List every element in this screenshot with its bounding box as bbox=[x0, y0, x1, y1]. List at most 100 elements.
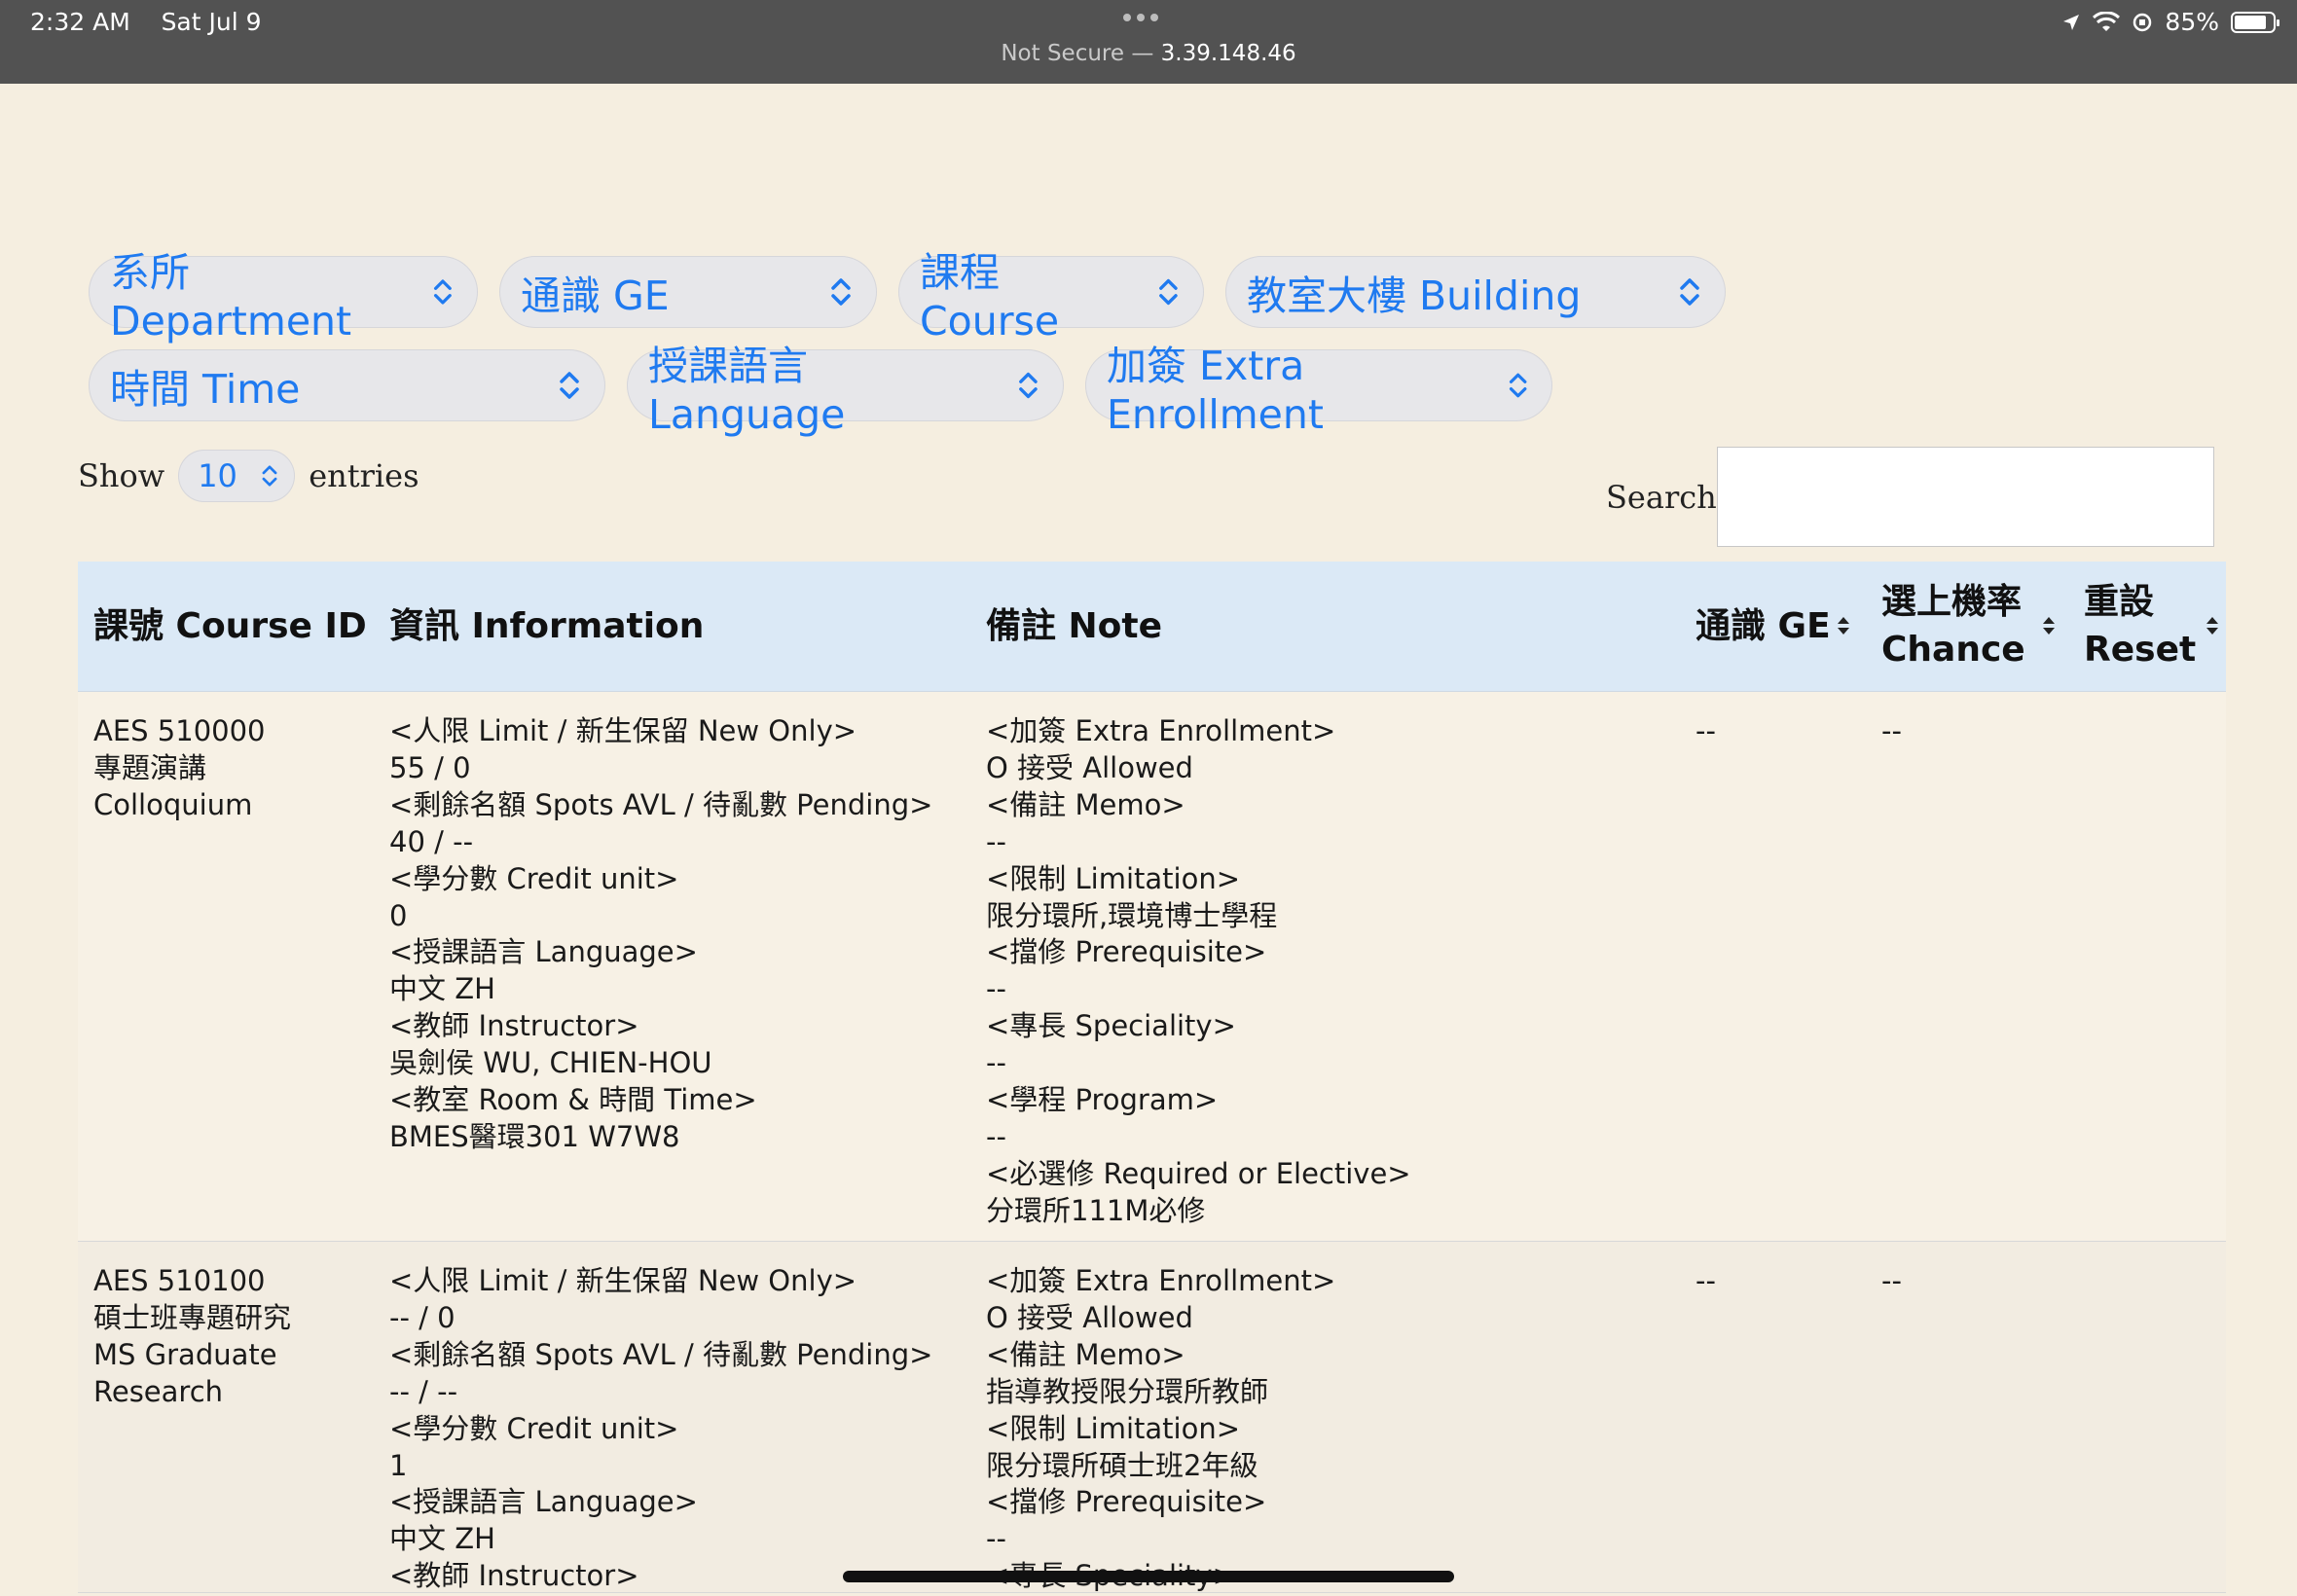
ge-cell: -- bbox=[1695, 714, 1716, 747]
chevron-up-down-icon bbox=[1159, 278, 1178, 306]
note-line: 限分環所碩士班2年級 bbox=[986, 1448, 1258, 1482]
department-select[interactable]: 系所 Department bbox=[89, 249, 478, 345]
note-line: <加簽 Extra Enrollment> bbox=[986, 714, 1336, 747]
note-line: <備註 Memo> bbox=[986, 787, 1185, 821]
chevron-up-down-icon bbox=[1019, 372, 1038, 399]
location-icon bbox=[2063, 14, 2080, 30]
header-information[interactable]: 資訊 Information bbox=[389, 602, 704, 650]
sort-icon[interactable] bbox=[2041, 614, 2057, 637]
language-select-label: 授課語言 Language bbox=[648, 343, 846, 438]
url-host: 3.39.148.46 bbox=[1160, 41, 1296, 66]
note-line: -- bbox=[986, 1119, 1006, 1153]
info-line: <授課語言 Language> bbox=[389, 1485, 698, 1519]
security-warning: Not Secure — bbox=[1001, 41, 1154, 66]
note-cell: <加簽 Extra Enrollment> O 接受 Allowed <備註 M… bbox=[986, 713, 1411, 1230]
chevron-up-down-icon bbox=[434, 279, 453, 305]
table-row[interactable]: AES 510000 專題演講 Colloquium <人限 Limit / 新… bbox=[78, 692, 2226, 1242]
extra-enrollment-select[interactable]: 加簽 Extra Enrollment bbox=[1085, 343, 1552, 438]
note-line: <加簽 Extra Enrollment> bbox=[986, 1264, 1336, 1297]
info-line: 40 / -- bbox=[389, 824, 474, 858]
note-line: -- bbox=[986, 1046, 1006, 1080]
building-select[interactable]: 教室大樓 Building bbox=[1225, 256, 1726, 328]
course-id-cell: AES 510100 碩士班專題研究 MS Graduate Research bbox=[93, 1263, 291, 1411]
note-line: <學程 Program> bbox=[986, 1083, 1219, 1117]
table-row[interactable]: AES 510100 碩士班專題研究 MS Graduate Research … bbox=[78, 1242, 2226, 1593]
info-line: 中文 ZH bbox=[389, 972, 495, 1006]
chevron-up-down-icon bbox=[831, 278, 851, 306]
course-name-en: Research bbox=[93, 1374, 224, 1408]
header-ge[interactable]: 通識 GE bbox=[1695, 602, 1831, 650]
language-select[interactable]: 授課語言 Language bbox=[627, 343, 1064, 438]
battery-icon bbox=[2231, 11, 2279, 33]
note-line: -- bbox=[986, 1522, 1006, 1556]
info-line: <學分數 Credit unit> bbox=[389, 861, 679, 895]
info-line: <授課語言 Language> bbox=[389, 935, 698, 969]
header-note[interactable]: 備註 Note bbox=[986, 602, 1162, 650]
entries-label: entries bbox=[309, 457, 419, 494]
information-cell: <人限 Limit / 新生保留 New Only> -- / 0 <剩餘名額 … bbox=[389, 1263, 932, 1595]
course-select[interactable]: 課程 Course bbox=[898, 249, 1204, 345]
note-line: 指導教授限分環所教師 bbox=[986, 1374, 1269, 1408]
info-line: 0 bbox=[389, 898, 408, 932]
info-line: 中文 ZH bbox=[389, 1522, 495, 1556]
header-course-id[interactable]: 課號 Course ID bbox=[93, 602, 367, 650]
header-reset-line1: 重設 bbox=[2084, 582, 2155, 622]
search-input[interactable] bbox=[1717, 447, 2214, 547]
note-line: O 接受 Allowed bbox=[986, 750, 1193, 784]
chance-cell: -- bbox=[1881, 1264, 1902, 1297]
extra-enrollment-select-label: 加簽 Extra Enrollment bbox=[1107, 343, 1324, 438]
info-line: <剩餘名額 Spots AVL / 待亂數 Pending> bbox=[389, 1337, 933, 1371]
note-line: <限制 Limitation> bbox=[986, 861, 1241, 895]
ge-select[interactable]: 通識 GE bbox=[499, 256, 877, 328]
entries-select[interactable]: 10 bbox=[178, 450, 296, 502]
department-select-label: 系所 Department bbox=[110, 249, 352, 345]
header-reset-line2: Reset bbox=[2084, 630, 2197, 670]
sort-icon[interactable] bbox=[1836, 614, 1851, 637]
information-cell: <人限 Limit / 新生保留 New Only> 55 / 0 <剩餘名額 … bbox=[389, 713, 932, 1156]
battery-percent: 85% bbox=[2165, 8, 2219, 36]
length-menu: Show 10 entries bbox=[78, 450, 419, 502]
clock-date: Sat Jul 9 bbox=[161, 8, 262, 36]
info-line: -- / -- bbox=[389, 1374, 458, 1408]
wifi-icon bbox=[2093, 11, 2121, 31]
header-chance[interactable]: 選上機率 Chance bbox=[1881, 578, 2025, 673]
course-code: AES 510100 bbox=[93, 1264, 266, 1297]
info-line: 55 / 0 bbox=[389, 750, 471, 784]
info-line: <教室 Room & 時間 Time> bbox=[389, 1083, 757, 1117]
multitasking-dots-icon[interactable] bbox=[1123, 14, 1158, 21]
time-select[interactable]: 時間 Time bbox=[89, 349, 605, 421]
sort-icon[interactable] bbox=[2205, 614, 2220, 637]
note-line: -- bbox=[986, 972, 1006, 1006]
course-name-zh: 專題演講 bbox=[93, 750, 207, 784]
note-line: -- bbox=[986, 824, 1006, 858]
info-line: BMES醫環301 W7W8 bbox=[389, 1119, 680, 1153]
filter-panel: 系所 Department 通識 GE 課程 Course 教室大樓 Build… bbox=[89, 249, 1726, 443]
info-line: <人限 Limit / 新生保留 New Only> bbox=[389, 714, 857, 747]
info-line: <教師 Instructor> bbox=[389, 1009, 639, 1043]
status-bar: 2:32 AM Sat Jul 9 Not Secure — 3.39.148.… bbox=[0, 0, 2297, 84]
orientation-lock-icon bbox=[2133, 13, 2152, 31]
show-label: Show bbox=[78, 457, 165, 494]
note-line: <備註 Memo> bbox=[986, 1337, 1185, 1371]
header-chance-line1: 選上機率 bbox=[1881, 582, 2023, 622]
note-line: <擋修 Prerequisite> bbox=[986, 1485, 1267, 1519]
course-table: 課號 Course ID 資訊 Information 備註 Note 通識 G… bbox=[78, 562, 2226, 1593]
table-header: 課號 Course ID 資訊 Information 備註 Note 通識 G… bbox=[78, 562, 2226, 692]
chevron-up-down-icon bbox=[560, 372, 579, 399]
ge-select-label: 通識 GE bbox=[521, 272, 670, 319]
course-name-en: Colloquium bbox=[93, 787, 253, 821]
building-select-label: 教室大樓 Building bbox=[1247, 272, 1582, 319]
info-line: 吳劍侯 WU, CHIEN-HOU bbox=[389, 1046, 712, 1080]
chevron-up-down-icon bbox=[262, 465, 277, 487]
address-bar[interactable]: Not Secure — 3.39.148.46 bbox=[0, 41, 2297, 66]
header-reset[interactable]: 重設 Reset bbox=[2084, 578, 2196, 673]
note-line: 分環所111M必修 bbox=[986, 1193, 1206, 1227]
course-id-cell: AES 510000 專題演講 Colloquium bbox=[93, 713, 266, 824]
chevron-up-down-icon bbox=[1680, 278, 1699, 306]
course-name-zh: 碩士班專題研究 bbox=[93, 1300, 292, 1334]
info-line: 1 bbox=[389, 1448, 408, 1482]
course-name-en: MS Graduate bbox=[93, 1337, 277, 1371]
note-line: <專長 Speciality> bbox=[986, 1009, 1236, 1043]
info-line: <人限 Limit / 新生保留 New Only> bbox=[389, 1264, 857, 1297]
home-indicator[interactable] bbox=[843, 1571, 1454, 1582]
